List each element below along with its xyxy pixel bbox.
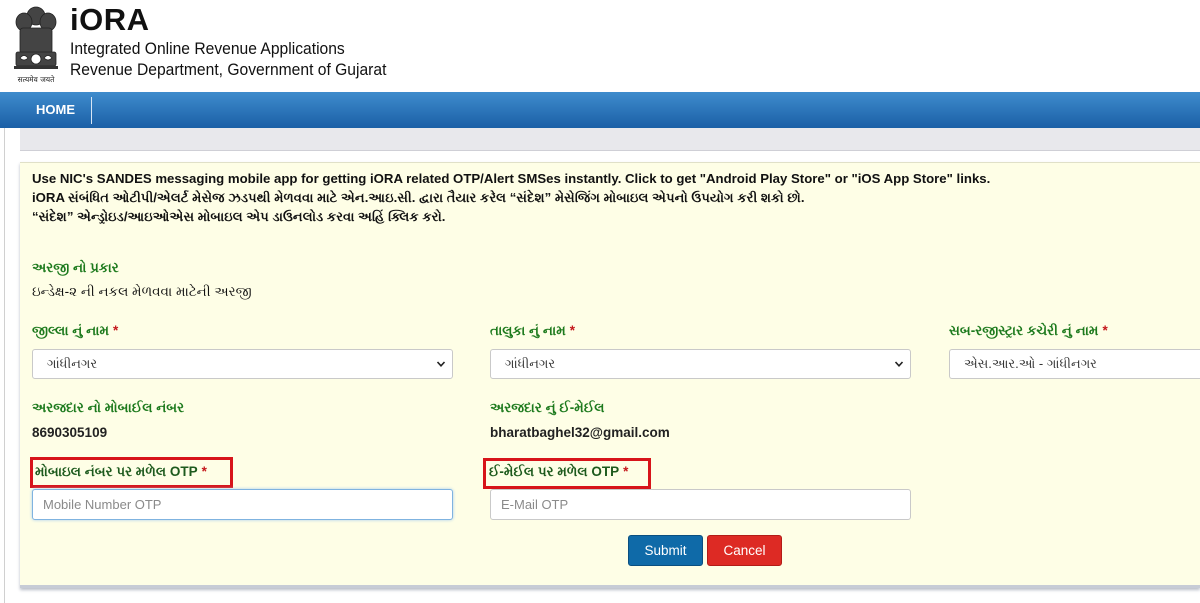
nav-home-link[interactable]: HOME	[22, 92, 89, 126]
application-type-value: ઇન્ડેક્ષ-૨ ની નકલ મેળવવા માટેની અરજી	[32, 284, 252, 299]
sub-registrar-select[interactable]: એસ.આર.ઓ - ગાંધીનગર	[949, 349, 1200, 379]
chevron-down-icon	[436, 361, 446, 367]
application-form-panel: Use NIC's SANDES messaging mobile app fo…	[20, 162, 1200, 588]
applicant-email-label: અરજદાર નું ઈ-મેઈલ	[490, 400, 605, 415]
required-marker: *	[623, 464, 629, 479]
taluka-label-text: તાલુકા નું નામ	[490, 323, 566, 338]
emblem-caption: सत्यमेव जयते	[18, 75, 56, 84]
notice-line-english: Use NIC's SANDES messaging mobile app fo…	[32, 171, 991, 186]
sub-registrar-label-text: સબ-રજીસ્ટ્રાર કચેરી નું નામ	[949, 323, 1099, 338]
taluka-select[interactable]: ગાંધીનગર	[490, 349, 911, 379]
app-subtitle: Integrated Online Revenue Applications	[70, 39, 345, 58]
taluka-label: તાલુકા નું નામ *	[490, 323, 575, 339]
chevron-down-icon	[894, 361, 904, 367]
submit-button[interactable]: Submit	[628, 535, 703, 566]
district-selected-value: ગાંધીનગર	[47, 356, 98, 371]
email-otp-label-text: ઈ-મેઈલ પર મળેલ OTP	[489, 464, 620, 479]
cancel-button[interactable]: Cancel	[707, 535, 782, 566]
page-border	[4, 128, 5, 603]
applicant-mobile-value: 8690305109	[32, 425, 108, 440]
department-name: Revenue Department, Government of Gujara…	[70, 60, 387, 79]
required-marker: *	[113, 323, 119, 338]
sub-registrar-selected-value: એસ.આર.ઓ - ગાંધીનગર	[964, 356, 1097, 371]
notice-line-gujarati: iORA સંબંધિત ઓટીપી/એલર્ટ મેસેજ ઝડપથી મેળ…	[32, 190, 805, 205]
required-marker: *	[569, 323, 576, 338]
sandes-notice-link[interactable]: Use NIC's SANDES messaging mobile app fo…	[32, 169, 1182, 226]
district-label: જીલ્લા નું નામ *	[32, 323, 118, 339]
site-header: सत्यमेव जयते iORA Integrated Online Reve…	[0, 0, 1200, 92]
mobile-otp-input[interactable]	[32, 489, 453, 520]
application-type-label: અરજી નો પ્રકાર	[32, 260, 119, 275]
app-title: iORA	[70, 2, 150, 37]
mobile-otp-label-text: મોબાઇલ નંબર પર મળેલ OTP	[35, 464, 198, 479]
ashoka-emblem-icon: सत्यमेव जयते	[14, 6, 58, 84]
taluka-selected-value: ગાંધીનગર	[505, 356, 556, 371]
required-marker: *	[1102, 323, 1108, 338]
applicant-email-value: bharatbaghel32@gmail.com	[490, 425, 670, 440]
email-otp-input[interactable]	[490, 489, 911, 520]
breadcrumb-bar	[20, 128, 1200, 151]
applicant-mobile-label: અરજદાર નો મોબાઈલ નંબર	[32, 400, 185, 415]
email-otp-label: ઈ-મેઈલ પર મળેલ OTP *	[489, 464, 628, 480]
main-navbar: HOME	[0, 92, 1200, 128]
district-select[interactable]: ગાંધીનગર	[32, 349, 453, 379]
required-marker: *	[201, 464, 207, 479]
notice-line-download: “સંદેશ” એન્ડ્રોઇડ/આઇઓએસ મોબાઇલ એપ ડાઉનલો…	[32, 209, 446, 224]
nav-divider	[91, 97, 92, 124]
sub-registrar-label: સબ-રજીસ્ટ્રાર કચેરી નું નામ *	[949, 323, 1108, 339]
mobile-otp-label: મોબાઇલ નંબર પર મળેલ OTP *	[35, 464, 207, 480]
district-label-text: જીલ્લા નું નામ	[32, 323, 109, 338]
